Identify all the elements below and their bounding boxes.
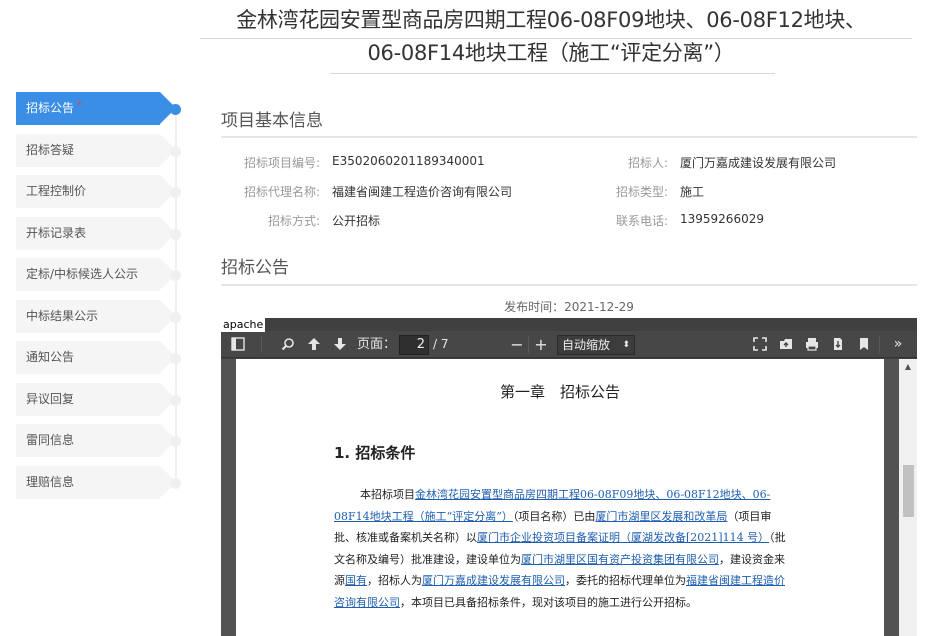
zoom-in-button[interactable]: +: [533, 331, 549, 358]
tenderer-link: 厦门万嘉成建设发展有限公司: [422, 574, 565, 587]
print-icon[interactable]: [803, 331, 821, 358]
nav-item-label: 工程控制价: [26, 184, 87, 198]
nav-item-similarity-info[interactable]: 雷同信息: [16, 424, 176, 457]
nav-item-label: 开标记录表: [26, 226, 87, 240]
tenderer-value: 厦门万嘉成建设发展有限公司: [680, 156, 837, 170]
nav-dot: [170, 436, 181, 447]
nav-item-label: 定标/中标候选人公示: [26, 267, 139, 281]
previous-page-icon[interactable]: [305, 331, 323, 358]
nav-item-label: 招标答疑: [26, 143, 75, 157]
zoom-out-button[interactable]: −: [509, 331, 525, 358]
toolbar-separator: [879, 336, 880, 353]
zoom-select[interactable]: 自动缩放 ⬍: [557, 335, 635, 355]
toolbar-separator: [528, 336, 529, 353]
tender-conditions-paragraph: 本招标项目金林湾花园安置型商品房四期工程06-08F09地块、06-08F12地…: [334, 484, 790, 613]
page-title-line2: 06-08F14地块工程（施工“评定分离”）: [367, 41, 735, 65]
nav-item-opening-record[interactable]: 开标记录表: [16, 217, 176, 250]
approval-document-link: 厦门市企业投资项目备案证明（厦湖发改备[2021]114 号）: [477, 531, 770, 544]
open-file-icon[interactable]: [777, 331, 795, 358]
agent-value: 福建省闽建工程造价咨询有限公司: [332, 185, 513, 199]
section-divider: [221, 284, 917, 286]
fund-source-link: 国有: [345, 574, 367, 587]
publish-time: 发布时间：2021-12-29: [221, 298, 917, 315]
required-mark: *: [77, 100, 83, 111]
nav-item-label: 通知公告: [26, 350, 75, 364]
search-icon[interactable]: [279, 331, 297, 358]
tender-method-value: 公开招标: [332, 214, 381, 228]
title-underline: [330, 73, 775, 74]
nav-dot: [170, 478, 181, 489]
nav-dot: [170, 395, 181, 406]
pdf-page: 第一章 招标公告 1. 招标条件 本招标项目金林湾花园安置型商品房四期工程06-…: [236, 359, 884, 636]
tender-type-value: 施工: [680, 185, 705, 199]
pdf-viewer: 页面： 2 / 7 − + 自动缩放 ⬍ » 第一章 招标公告 1. 招标条件 本…: [221, 318, 917, 636]
toolbar-separator: [261, 336, 262, 353]
tenderer-label: 招标人:: [627, 156, 668, 170]
nav-item-label: 异议回复: [26, 392, 75, 406]
announcement-section-title: 招标公告: [221, 258, 289, 278]
nav-item-objection-reply[interactable]: 异议回复: [16, 383, 176, 416]
section-divider: [221, 136, 917, 138]
paragraph-text: ，招标人为: [367, 574, 422, 587]
bookmark-icon[interactable]: [855, 331, 873, 358]
nav-dot: [170, 187, 181, 198]
more-tools-icon[interactable]: »: [889, 331, 907, 358]
paragraph-text: ，本项目已具备招标条件，现对该项目的施工进行公开招标。: [400, 595, 697, 609]
paragraph-text: ，委托的招标代理单位为: [565, 574, 686, 587]
pdf-toolbar: 页面： 2 / 7 − + 自动缩放 ⬍ »: [221, 331, 917, 358]
tender-type-label: 招标类型:: [615, 185, 668, 199]
nav-item-control-price[interactable]: 工程控制价: [16, 175, 176, 208]
nav-item-tender-qa[interactable]: 招标答疑: [16, 134, 176, 167]
page-total: / 7: [433, 337, 449, 351]
nav-item-claim-info[interactable]: 理赔信息: [16, 466, 176, 499]
agent-label: 招标代理名称:: [243, 185, 320, 199]
scroll-up-arrow-icon[interactable]: ▲: [899, 359, 917, 375]
zoom-select-value: 自动缩放: [562, 338, 611, 352]
info-section-title: 项目基本信息: [221, 111, 323, 131]
project-code-label: 招标项目编号:: [243, 156, 320, 170]
nav-item-label: 雷同信息: [26, 433, 75, 447]
nav-item-label: 理赔信息: [26, 475, 75, 489]
publish-label: 发布时间：: [504, 300, 565, 314]
chevron-updown-icon: ⬍: [622, 340, 630, 350]
presentation-mode-icon[interactable]: [751, 331, 769, 358]
nav-item-tender-notice[interactable]: 招标公告 *: [16, 92, 176, 125]
nav-dot: [170, 270, 181, 281]
tender-method-label: 招标方式:: [267, 214, 320, 228]
section-heading: 1. 招标条件: [334, 444, 416, 462]
page-title-line1: 金林湾花园安置型商品房四期工程06-08F09地块、06-08F12地块、: [236, 8, 866, 32]
sidebar-toggle-icon[interactable]: [229, 331, 247, 358]
phone-value: 13959266029: [680, 212, 764, 226]
nav-dot-active: [170, 104, 181, 115]
scrollbar-thumb[interactable]: [903, 465, 914, 517]
approver-link: 厦门市湖里区发展和改革局: [595, 509, 728, 523]
publish-date: 2021-12-29: [564, 300, 634, 314]
page-label: 页面：: [357, 337, 397, 352]
frame-fallback-text: apache: [221, 318, 266, 332]
nav-item-label: 招标公告: [26, 101, 75, 115]
chapter-title: 第一章 招标公告: [499, 383, 620, 401]
nav-item-notifications[interactable]: 通知公告: [16, 341, 176, 374]
paragraph-text: 本招标项目: [360, 488, 415, 501]
phone-label: 联系电话:: [615, 214, 668, 228]
nav-item-candidate-notice[interactable]: 定标/中标候选人公示: [16, 258, 176, 291]
paragraph-text: （项目名称）已由: [512, 509, 596, 523]
nav-dot: [170, 146, 181, 157]
builder-link: 厦门市湖里区国有资产投资集团有限公司: [521, 552, 719, 566]
project-code-value: E3502060201189340001: [332, 154, 485, 168]
page-number-input[interactable]: 2: [399, 335, 429, 355]
nav-dot: [170, 229, 181, 240]
next-page-icon[interactable]: [331, 331, 349, 358]
download-icon[interactable]: [829, 331, 847, 358]
pdf-document-area: 第一章 招标公告 1. 招标条件 本招标项目金林湾花园安置型商品房四期工程06-…: [221, 359, 917, 636]
nav-item-result-notice[interactable]: 中标结果公示: [16, 300, 176, 333]
nav-dot: [170, 312, 181, 323]
nav-item-label: 中标结果公示: [26, 309, 99, 323]
nav-dot: [170, 353, 181, 364]
